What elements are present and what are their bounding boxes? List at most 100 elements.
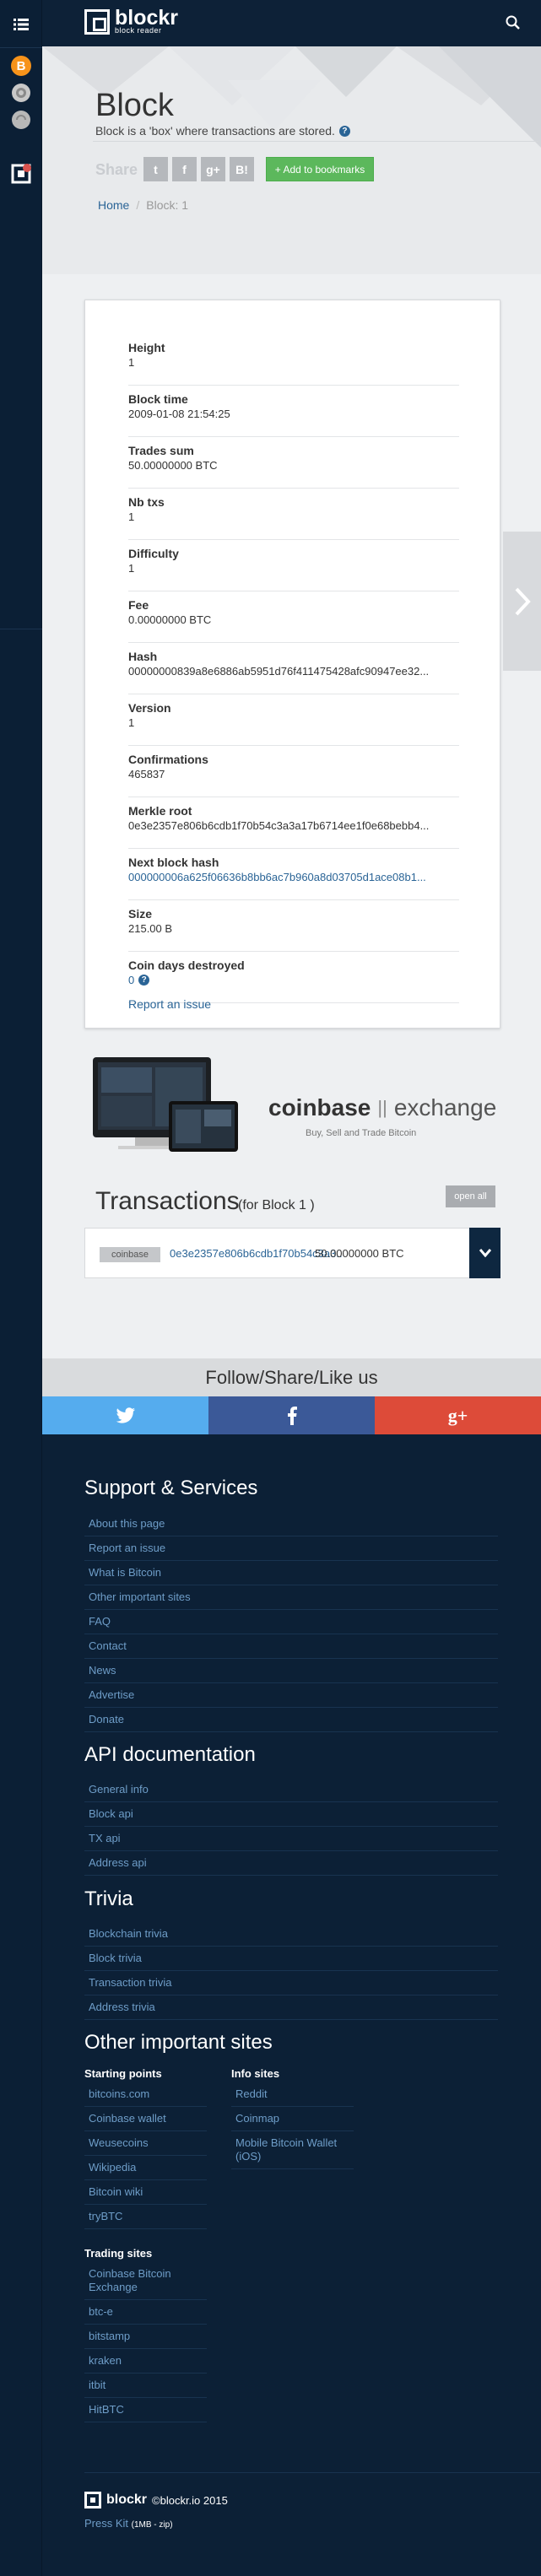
footer-link[interactable]: General info	[84, 1778, 498, 1802]
next-block-hash-link[interactable]: 000000006a625f06636b8bb6ac7b960a8d03705d…	[128, 871, 459, 883]
footer-link[interactable]: Transaction trivia	[84, 1971, 498, 1995]
info-sites-title: Info sites	[231, 2067, 280, 2080]
footer-link[interactable]: Advertise	[84, 1683, 498, 1708]
sidebar: B	[0, 0, 42, 2576]
field-label: Hash	[128, 650, 158, 663]
footer-link[interactable]: Donate	[84, 1708, 498, 1732]
breadcrumb-home-link[interactable]: Home	[98, 198, 129, 212]
footer-link[interactable]: FAQ	[84, 1610, 498, 1634]
footer-link[interactable]: Address trivia	[84, 1995, 498, 2020]
footer-link[interactable]: Wikipedia	[84, 2156, 207, 2180]
share-facebook-button[interactable]: f	[172, 157, 197, 181]
gear-coin-icon[interactable]	[8, 79, 35, 106]
main-content: Block Block is a 'box' where transaction…	[42, 46, 541, 1358]
bitcoin-icon[interactable]: B	[8, 52, 35, 79]
footer-link[interactable]: Address api	[84, 1851, 498, 1876]
trading-sites-title: Trading sites	[84, 2247, 153, 2260]
next-block-button[interactable]	[503, 532, 541, 671]
footer-link[interactable]: Bitcoin wiki	[84, 2180, 207, 2205]
other-sites-title: Other important sites	[84, 2031, 273, 2054]
footer-copyright: ©blockr.io 2015	[152, 2493, 228, 2507]
footer-link[interactable]: Weusecoins	[84, 2131, 207, 2156]
add-to-bookmarks-button[interactable]: + Add to bookmarks	[266, 157, 374, 181]
transactions-title: Transactions	[95, 1187, 240, 1215]
footer-link[interactable]: Report an issue	[84, 1536, 498, 1561]
list-icon[interactable]	[8, 11, 35, 38]
coinbase-ad-banner[interactable]: coinbase || exchange Buy, Sell and Trade…	[84, 1050, 500, 1160]
footer-link[interactable]: Other important sites	[84, 1585, 498, 1610]
api-title: API documentation	[84, 1743, 256, 1766]
press-kit: Press Kit (1MB - zip)	[84, 2517, 173, 2530]
field-value: 50.00000000 BTC	[128, 459, 218, 472]
field-value[interactable]: 0	[128, 974, 134, 986]
logo-badge-icon[interactable]	[8, 160, 35, 187]
footer-divider	[84, 2472, 540, 2473]
facebook-share-button[interactable]	[208, 1396, 375, 1434]
footer-link[interactable]: HitBTC	[84, 2398, 207, 2422]
field-label: Trades sum	[128, 444, 194, 457]
breadcrumb: Home / Block: 1	[98, 198, 188, 212]
footer-link[interactable]: What is Bitcoin	[84, 1561, 498, 1585]
field-value: 465837	[128, 768, 165, 780]
footer-link[interactable]: Coinbase Bitcoin Exchange	[84, 2262, 207, 2300]
expand-transaction-button[interactable]	[469, 1228, 500, 1278]
footer-link[interactable]: Coinbase wallet	[84, 2107, 207, 2131]
open-all-button[interactable]: open all	[446, 1185, 495, 1207]
help-icon[interactable]: ?	[138, 975, 150, 986]
coinbase-badge: coinbase	[100, 1247, 160, 1262]
footer-link[interactable]: Coinmap	[231, 2107, 354, 2131]
help-icon[interactable]: ?	[338, 125, 350, 137]
field-label: Next block hash	[128, 856, 219, 869]
footer-link[interactable]: TX api	[84, 1827, 498, 1851]
press-kit-link[interactable]: Press Kit	[84, 2517, 128, 2530]
share-hatena-button[interactable]: B!	[230, 157, 254, 181]
footer-link[interactable]: Contact	[84, 1634, 498, 1659]
field-confirmations: Confirmations 465837	[128, 746, 459, 797]
field-value: 0.00000000 BTC	[128, 613, 212, 626]
field-value: 2009-01-08 21:54:25	[128, 408, 230, 420]
footer-link[interactable]: News	[84, 1659, 498, 1683]
field-label: Coin days destroyed	[128, 959, 245, 972]
field-value: 1	[128, 356, 135, 369]
page-subtitle-text: Block is a 'box' where transactions are …	[95, 124, 335, 138]
footer-link[interactable]: kraken	[84, 2349, 207, 2373]
footer-link[interactable]: bitstamp	[84, 2325, 207, 2349]
footer-link[interactable]: Mobile Bitcoin Wallet (iOS)	[231, 2131, 354, 2169]
footer-link[interactable]: btc-e	[84, 2300, 207, 2325]
field-coin-days-destroyed: Coin days destroyed 0 ?	[128, 952, 459, 1003]
ad-brand-divider: ||	[377, 1097, 387, 1118]
footer-link[interactable]: bitcoins.com	[84, 2082, 207, 2107]
share-label: Share	[95, 161, 138, 178]
ad-tagline: Buy, Sell and Trade Bitcoin	[306, 1128, 417, 1138]
field-difficulty: Difficulty 1	[128, 540, 459, 591]
logo-mark-icon	[84, 8, 110, 35]
report-issue-link[interactable]: Report an issue	[128, 997, 211, 1011]
block-details-card: Height 1 Block time 2009-01-08 21:54:25 …	[84, 300, 500, 1029]
twitter-share-button[interactable]	[42, 1396, 208, 1434]
svg-text:B: B	[17, 59, 26, 73]
transaction-amount: 50.00000000 BTC	[315, 1247, 404, 1260]
footer-link[interactable]: Block api	[84, 1802, 498, 1827]
ad-brand: coinbase || exchange	[268, 1094, 496, 1121]
logo-name: blockr	[115, 6, 179, 30]
search-icon[interactable]	[505, 14, 522, 31]
footer: Support & Services About this page Repor…	[42, 1434, 541, 2576]
transaction-row[interactable]: coinbase 0e3e2357e806b6cdb1f70b54c3a3.. …	[84, 1228, 500, 1278]
footer-link[interactable]: About this page	[84, 1512, 498, 1536]
footer-link[interactable]: itbit	[84, 2373, 207, 2398]
footer-link[interactable]: Block trivia	[84, 1947, 498, 1971]
brand-logo[interactable]: blockr block reader	[84, 8, 178, 35]
chevron-down-icon	[479, 1249, 491, 1257]
footer-link[interactable]: Reddit	[231, 2082, 354, 2107]
share-twitter-button[interactable]: t	[143, 157, 168, 181]
share-google-button[interactable]: g+	[201, 157, 225, 181]
field-value: 215.00 B	[128, 922, 173, 935]
footer-link[interactable]: Blockchain trivia	[84, 1922, 498, 1947]
top-bar: blockr block reader	[42, 0, 541, 46]
google-plus-icon: g+	[447, 1404, 468, 1426]
google-plus-share-button[interactable]: g+	[375, 1396, 541, 1434]
press-kit-size: (1MB - zip)	[131, 2520, 173, 2530]
footer-link[interactable]: tryBTC	[84, 2205, 207, 2229]
footer-brand-name: blockr	[106, 2492, 148, 2507]
coin-icon[interactable]	[8, 106, 35, 133]
